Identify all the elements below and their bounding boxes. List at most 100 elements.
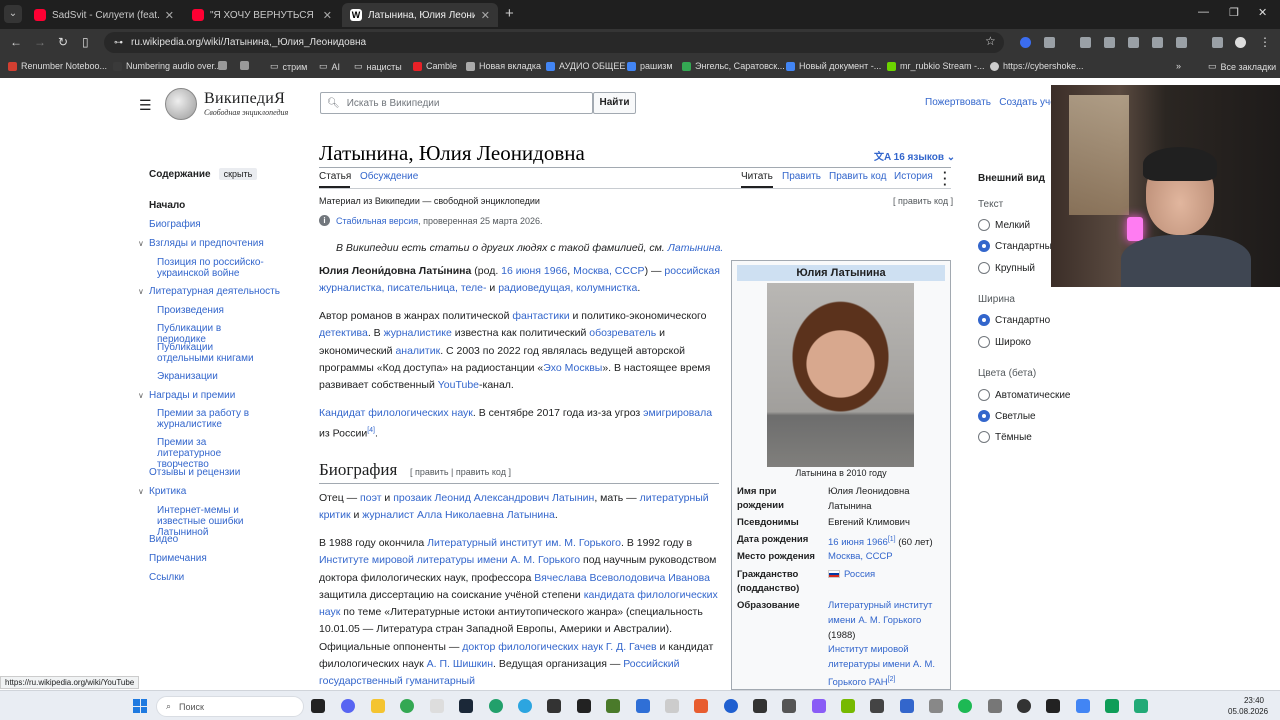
bookmark-folder[interactable]: ▭ нацисты <box>354 61 402 72</box>
reference-link[interactable]: [1] <box>888 536 896 543</box>
toc-item[interactable]: Награды и премии <box>138 390 299 401</box>
translate-icon[interactable] <box>1080 37 1091 48</box>
toc-item[interactable]: Экранизации <box>157 371 269 382</box>
app-icon[interactable] <box>900 699 914 713</box>
app-icon[interactable] <box>1134 699 1148 713</box>
bookmark-item[interactable]: Энгельс, Саратовск... <box>682 61 785 71</box>
close-tab-icon[interactable]: ✕ <box>481 9 490 22</box>
wikipedia-logo[interactable] <box>165 88 197 120</box>
bookmark-item[interactable]: Новый документ -... <box>786 61 881 71</box>
inline-link[interactable]: Эхо Москвы <box>543 362 602 374</box>
radio-button-selected[interactable] <box>978 410 990 422</box>
birthplace-link[interactable]: Москва, СССР <box>573 265 644 277</box>
radio-width-wide[interactable]: Широко <box>978 336 1031 348</box>
forward-icon[interactable]: → <box>34 35 46 49</box>
back-icon[interactable]: ← <box>10 35 22 49</box>
bookmark-item[interactable]: рашизм <box>627 61 673 71</box>
education-link[interactable]: Институт мировой литературы имени А. М. … <box>828 644 935 688</box>
extensions-puzzle-icon[interactable] <box>1044 37 1055 48</box>
citizenship-link[interactable]: Россия <box>844 569 875 580</box>
youtube-link[interactable]: YouTube <box>438 379 479 391</box>
settings-icon[interactable] <box>988 699 1002 713</box>
terminal-icon[interactable] <box>577 699 591 713</box>
radio-standard[interactable]: Стандартный <box>978 240 1057 252</box>
menu-kebab-icon[interactable]: ⋮ <box>1259 35 1271 49</box>
radio-color-light[interactable]: Светлые <box>978 410 1036 422</box>
app-icon[interactable] <box>812 699 826 713</box>
app-icon[interactable] <box>1105 699 1119 713</box>
minecraft-icon[interactable] <box>606 699 620 713</box>
inline-link[interactable]: журналист Алла Николаевна Латынина <box>362 509 555 521</box>
tab-read[interactable]: Читать <box>741 171 773 182</box>
inline-link[interactable]: аналитик <box>395 345 440 357</box>
inline-link[interactable]: фантастики <box>512 310 569 322</box>
pob-link[interactable]: Москва, СССР <box>828 549 946 564</box>
reading-list-icon[interactable] <box>1176 37 1187 48</box>
toc-item[interactable]: Биография <box>149 219 299 230</box>
more-actions-icon[interactable]: · · · <box>943 166 947 191</box>
toc-item[interactable]: Критика <box>138 486 299 497</box>
toc-item[interactable]: Позиция по российско-украинской войне <box>157 257 269 279</box>
inline-link[interactable]: Институте мировой литературы имени А. М.… <box>319 554 580 566</box>
radio-button[interactable] <box>978 431 990 443</box>
browser-tab[interactable]: "Я ХОЧУ ВЕРНУТЬСЯ В РОССИЮ ✕ <box>184 3 340 27</box>
chatgpt-icon[interactable] <box>782 699 796 713</box>
maximize-icon[interactable]: ❐ <box>1229 6 1239 19</box>
bookmark-folder[interactable]: ▭ стрим <box>270 61 307 72</box>
close-window-icon[interactable]: ✕ <box>1258 6 1267 19</box>
extension-icon[interactable] <box>1020 37 1031 48</box>
radio-small[interactable]: Мелкий <box>978 219 1030 231</box>
inline-link[interactable]: Вячеслава Всеволодовича Иванова <box>534 572 710 584</box>
radio-button[interactable] <box>978 389 990 401</box>
radio-large[interactable]: Крупный <box>978 262 1035 274</box>
inline-link[interactable]: прозаик Леонид Александрович Латынин <box>393 492 594 504</box>
inline-link[interactable]: детектива <box>319 327 368 339</box>
tab-history[interactable]: История <box>894 171 933 182</box>
occupation-link[interactable]: радиоведущая, колумнистка <box>498 282 637 294</box>
tab-article[interactable]: Статья <box>319 171 351 182</box>
inline-link[interactable]: Кандидат филологических наук <box>319 407 473 419</box>
bookmark-item[interactable]: Renumber Noteboo... <box>8 61 107 71</box>
toc-item[interactable]: Взгляды и предпочтения <box>138 238 299 249</box>
app-icon[interactable] <box>1046 699 1060 713</box>
inline-link[interactable]: обозреватель <box>589 327 656 339</box>
main-menu-icon[interactable]: ☰ <box>139 97 152 114</box>
bookmark-star-icon[interactable]: ☆ <box>985 34 996 48</box>
browser-tab[interactable]: SadSvit - Силуети (feat. СТРУКТ ✕ <box>26 3 182 27</box>
inline-link[interactable]: А. П. Шишкин <box>427 658 493 670</box>
toc-item[interactable]: Ссылки <box>149 572 299 583</box>
toc-item[interactable]: Видео <box>149 534 299 545</box>
all-bookmarks[interactable]: ▭ Все закладки <box>1208 61 1276 72</box>
education-link[interactable]: Литературный институт имени А. М. Горько… <box>828 598 946 628</box>
radio-color-auto[interactable]: Автоматические <box>978 389 1070 401</box>
nvidia-icon[interactable] <box>841 699 855 713</box>
bookmark-item[interactable]: АУДИО ОБЩЕЕ <box>546 61 625 71</box>
radio-button-selected[interactable] <box>978 240 990 252</box>
bookmark-item[interactable]: https://cybershoke... <box>990 61 1084 71</box>
address-bar[interactable]: ⊶ ru.wikipedia.org/wiki/Латынина,_Юлия_Л… <box>104 32 1004 53</box>
bookmark-item[interactable]: Numbering audio over... <box>113 61 222 71</box>
chrome-icon[interactable] <box>400 699 414 713</box>
reference-link[interactable]: [4] <box>367 427 375 434</box>
toc-item[interactable]: Премии за работу в журналистике <box>157 408 269 430</box>
toc-hide-button[interactable]: скрыть <box>218 168 258 180</box>
site-info-icon[interactable]: ⊶ <box>114 37 123 48</box>
search-input[interactable]: 🔍︎ Искать в Википедии <box>320 92 593 114</box>
inline-link[interactable]: Литературный институт им. М. Горького <box>427 537 621 549</box>
close-tab-icon[interactable]: ✕ <box>165 9 174 22</box>
file-explorer-icon[interactable] <box>371 699 385 713</box>
discord-icon[interactable] <box>341 699 355 713</box>
inline-link[interactable]: поэт <box>360 492 381 504</box>
more-bookmarks-icon[interactable]: » <box>1176 61 1181 71</box>
tab-groups-icon[interactable] <box>240 61 249 70</box>
bookmark-item[interactable]: Новая вкладка <box>466 61 541 71</box>
toc-item[interactable]: Произведения <box>157 305 269 316</box>
system-clock[interactable]: 23:40 05.08.2026 <box>1228 695 1268 717</box>
radio-button[interactable] <box>978 262 990 274</box>
notepad-icon[interactable] <box>430 699 444 713</box>
media-icon[interactable] <box>1212 37 1223 48</box>
portrait-photo[interactable] <box>767 283 914 467</box>
radio-width-standard[interactable]: Стандартно <box>978 314 1050 326</box>
search-button[interactable]: Найти <box>593 92 636 114</box>
minimize-icon[interactable]: — <box>1198 6 1209 18</box>
